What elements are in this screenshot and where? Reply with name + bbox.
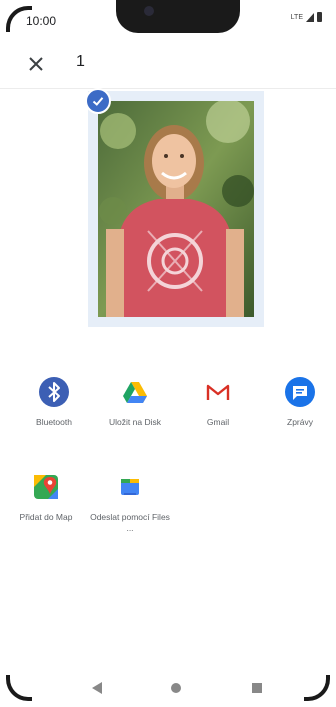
check-icon [92, 97, 104, 106]
battery-icon [317, 12, 322, 22]
camera-icon [144, 6, 154, 16]
files-icon [114, 471, 146, 503]
share-target-label: Přidat do Map [19, 512, 73, 522]
gmail-icon [202, 376, 234, 408]
recents-button[interactable] [252, 683, 262, 693]
share-target-gmail[interactable]: Gmail [176, 376, 260, 428]
status-bar: 10:00 LTE [0, 0, 336, 36]
share-target-files[interactable]: Odeslat pomocí Files ... [88, 471, 172, 534]
share-target-label: Bluetooth [36, 417, 72, 427]
messages-icon [284, 376, 316, 408]
share-target-label: Uložit na Disk [109, 417, 161, 427]
share-target-maps[interactable]: Přidat do Map [4, 471, 88, 523]
close-button[interactable] [24, 52, 48, 76]
selected-photo-card[interactable] [85, 88, 264, 327]
google-maps-icon [30, 471, 62, 503]
photo-thumbnail[interactable] [98, 101, 254, 317]
share-target-label: Odeslat pomocí Files ... [90, 512, 170, 533]
camera-notch [116, 0, 240, 33]
photo-image [98, 101, 254, 317]
divider [0, 88, 336, 89]
app-bar: 1 [0, 44, 336, 86]
close-icon [29, 57, 43, 71]
back-button[interactable] [92, 682, 102, 694]
signal-icon [306, 12, 314, 22]
google-drive-icon [119, 376, 151, 408]
status-icons: LTE [291, 12, 322, 22]
navigation-bar [0, 672, 336, 702]
home-button[interactable] [171, 683, 181, 693]
selection-count: 1 [76, 53, 85, 70]
share-target-label: Gmail [206, 417, 230, 427]
share-target-label: Zprávy [287, 417, 313, 427]
selected-check-badge[interactable] [85, 88, 111, 114]
share-target-bluetooth[interactable]: Bluetooth [12, 376, 96, 428]
share-target-drive[interactable]: Uložit na Disk [93, 376, 177, 428]
bluetooth-icon [38, 376, 70, 408]
share-target-messages[interactable]: Zprávy [258, 376, 336, 428]
clock: 10:00 [26, 14, 57, 28]
network-type: LTE [290, 13, 303, 21]
